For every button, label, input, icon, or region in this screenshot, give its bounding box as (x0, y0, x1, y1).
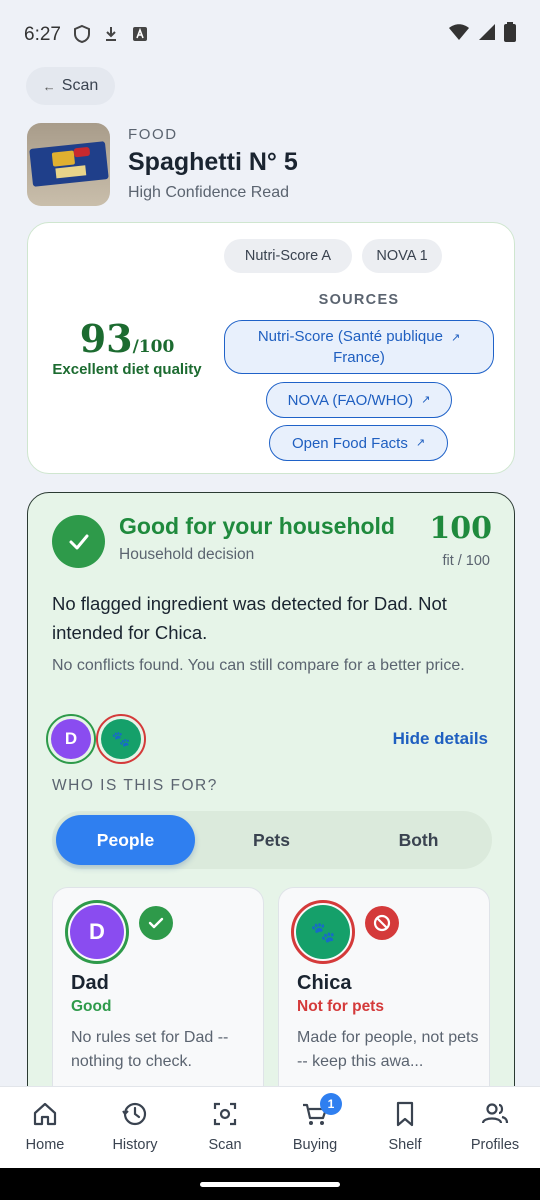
diet-score: 93/100 (28, 316, 226, 361)
scan-icon (213, 1102, 237, 1126)
avatar-chica-large: 🐾 (291, 900, 355, 964)
member-card-chica[interactable]: 🐾 Chica Not for pets Made for people, no… (278, 887, 490, 1111)
member-name: Chica (297, 972, 352, 994)
member-status: Not for pets (297, 998, 384, 1015)
external-link-icon: ↗ (421, 393, 431, 406)
segment-people[interactable]: People (56, 815, 195, 865)
product-confidence: High Confidence Read (128, 184, 289, 201)
nav-shelf[interactable]: Shelf (360, 1099, 450, 1165)
source-open-food-facts-link[interactable]: Open Food Facts ↗ (269, 425, 448, 461)
member-card-dad[interactable]: D Dad Good No rules set for Dad -- nothi… (52, 887, 264, 1111)
hide-details-link[interactable]: Hide details (393, 729, 488, 749)
sources-heading: SOURCES (318, 292, 400, 308)
buying-count-badge: 1 (320, 1093, 342, 1115)
nav-profiles[interactable]: Profiles (450, 1099, 540, 1165)
blocked-badge-icon (365, 906, 399, 940)
household-title: Good for your household (119, 513, 395, 539)
paw-icon: 🐾 (101, 719, 141, 759)
gesture-bar (0, 1168, 540, 1200)
home-icon (33, 1102, 57, 1126)
fit-score: 100 (429, 511, 492, 546)
household-decision-card: Good for your household Household decisi… (27, 492, 515, 1112)
back-label: Scan (61, 77, 99, 94)
member-name: Dad (71, 972, 109, 994)
battery-icon (504, 22, 516, 42)
download-icon (106, 27, 116, 41)
wifi-icon (449, 24, 469, 40)
shield-icon (74, 24, 90, 44)
member-description: No rules set for Dad -- nothing to check… (71, 1029, 229, 1070)
source-nutri-score-line2: France) (333, 349, 385, 366)
product-title: Spaghetti N° 5 (128, 148, 298, 176)
external-link-icon: ↗ (450, 332, 461, 344)
segment-pets[interactable]: Pets (202, 815, 341, 865)
status-time: 6:27 (24, 24, 61, 45)
source-nutri-score-link[interactable]: Nutri-Score (Santé publique ↗ France) (224, 320, 494, 374)
member-status: Good (71, 998, 112, 1015)
fit-label: fit / 100 (442, 553, 490, 569)
back-scan-button[interactable]: ← Scan (26, 67, 115, 105)
nutri-score-chip: Nutri-Score A (224, 239, 352, 273)
audience-segmented-control: People Pets Both (52, 811, 492, 869)
nav-home[interactable]: Home (0, 1099, 90, 1165)
signal-icon (479, 24, 495, 40)
source-off-label: Open Food Facts (291, 434, 408, 452)
history-icon (122, 1102, 147, 1126)
source-nova-link[interactable]: NOVA (FAO/WHO) ↗ (266, 382, 452, 418)
diet-score-value: 93 (79, 316, 133, 361)
paw-icon: 🐾 (296, 905, 350, 959)
source-nutri-score-line1: Nutri-Score (Santé publique (257, 328, 443, 345)
source-nova-label: NOVA (FAO/WHO) (287, 391, 414, 409)
nav-scan[interactable]: Scan (180, 1099, 270, 1165)
nutrition-score-card: Nutri-Score A NOVA 1 93/100 Excellent di… (27, 222, 515, 474)
avatar-chica[interactable]: 🐾 (96, 714, 146, 764)
diet-score-max: /100 (132, 337, 175, 357)
nav-history[interactable]: History (90, 1099, 180, 1165)
household-subtitle: Household decision (119, 546, 255, 563)
product-thumbnail (27, 123, 110, 206)
app-a-icon (133, 27, 147, 41)
who-is-this-for-label: WHO IS THIS FOR? (52, 777, 218, 794)
status-bar: 6:27 (0, 0, 540, 70)
back-arrow-icon: ← (42, 78, 56, 94)
avatar-dad[interactable]: D (46, 714, 96, 764)
bottom-navigation: Home History Scan 1 Buying Shelf Profile… (0, 1086, 540, 1168)
household-note: No conflicts found. You can still compar… (52, 657, 465, 674)
check-badge-icon (139, 906, 173, 940)
nav-buying[interactable]: 1 Buying (270, 1093, 360, 1165)
nova-chip: NOVA 1 (362, 239, 442, 273)
home-gesture-pill[interactable] (200, 1182, 340, 1187)
household-message: No flagged ingredient was detected for D… (52, 593, 447, 643)
external-link-icon: ↗ (415, 436, 426, 449)
avatar-dad-large: D (65, 900, 129, 964)
profiles-icon (481, 1103, 509, 1124)
member-description: Made for people, not pets -- keep this a… (297, 1029, 479, 1070)
diet-score-label: Excellent diet quality (52, 361, 202, 378)
bookmark-icon (396, 1101, 414, 1127)
check-circle-icon (52, 515, 105, 568)
product-category: FOOD (128, 126, 178, 143)
segment-both[interactable]: Both (349, 815, 488, 865)
